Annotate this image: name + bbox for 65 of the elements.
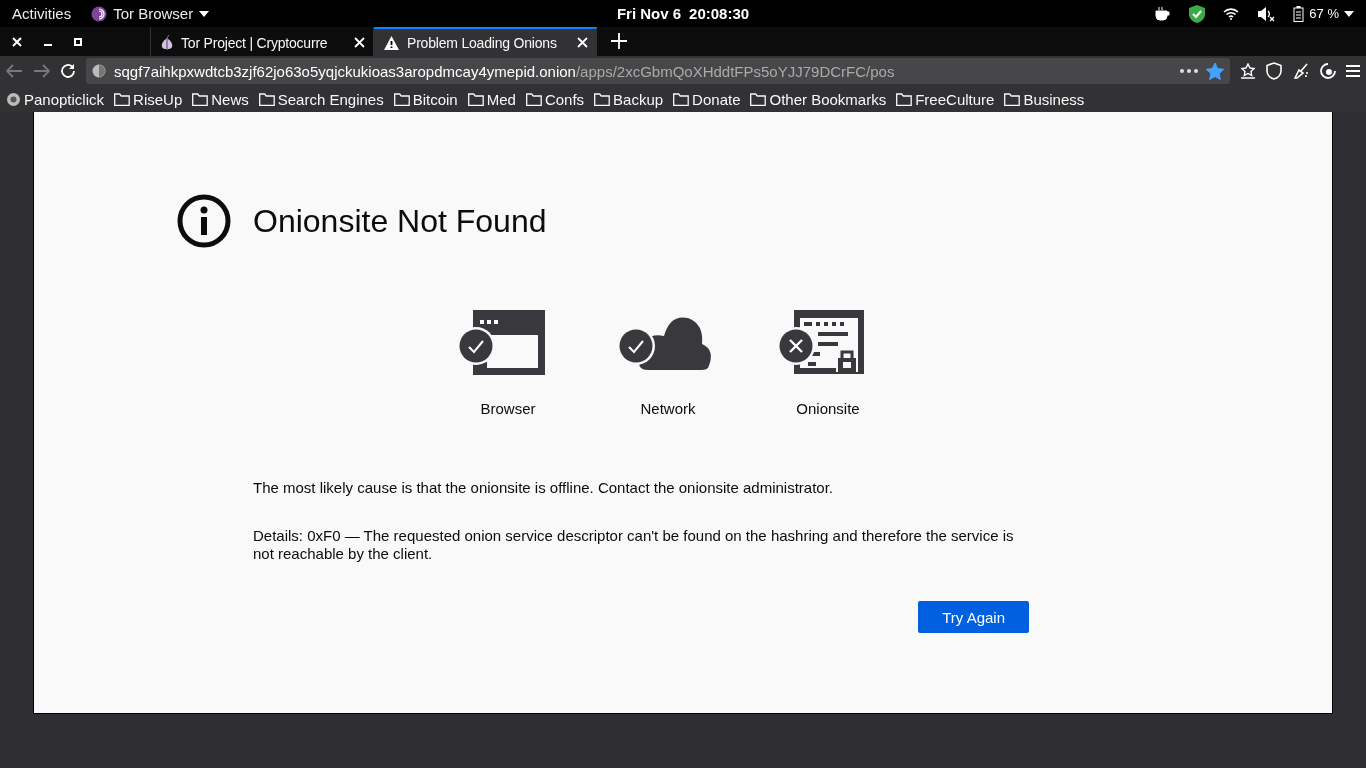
- bookmark-item[interactable]: Business: [1004, 90, 1085, 108]
- folder-icon: [393, 92, 410, 106]
- check-label: Network: [640, 400, 696, 417]
- close-icon[interactable]: [12, 36, 22, 47]
- onion-circuit-icon[interactable]: [1320, 63, 1336, 79]
- date-label: Fri Nov 6: [616, 5, 682, 22]
- folder-icon: [467, 92, 484, 106]
- check-label: Browser: [480, 400, 536, 417]
- folder-icon: [673, 92, 690, 106]
- activities-button[interactable]: Activities: [12, 5, 72, 22]
- wifi-icon[interactable]: [1223, 7, 1240, 20]
- battery-icon[interactable]: [1293, 5, 1305, 22]
- caret-icon[interactable]: [1344, 10, 1354, 17]
- bookmark-item[interactable]: Search Engines: [258, 90, 384, 108]
- star-icon[interactable]: [1206, 62, 1224, 80]
- forward-arrow-icon[interactable]: [33, 64, 50, 78]
- url-text: sqgf7aihkpxwdtcb3zjf62jo63o5yqjckukioas3aropdmcay4ymepid.onion/apps/2xcGbmQoXHddtFPs5oYJJ79DCrFC/pos: [114, 62, 896, 80]
- folder-icon: [258, 92, 275, 106]
- folder-icon: [896, 92, 913, 106]
- bookmark-item[interactable]: FreeCulture: [896, 90, 995, 108]
- bookmark-item[interactable]: Backup: [594, 90, 664, 108]
- error-title: Onionsite Not Found: [253, 202, 547, 240]
- bookmark-item[interactable]: Other Bookmarks: [750, 90, 887, 108]
- plus-icon[interactable]: [611, 33, 627, 49]
- bookmark-item[interactable]: RiseUp: [114, 90, 183, 108]
- battery-percent: 67 %: [1309, 6, 1339, 21]
- bookmark-item[interactable]: News: [192, 90, 249, 108]
- coffee-cup-icon[interactable]: [1155, 6, 1172, 21]
- close-icon[interactable]: [354, 37, 365, 48]
- broom-icon[interactable]: [1292, 63, 1310, 79]
- check-label: Onionsite: [796, 400, 860, 417]
- shield-check-icon[interactable]: [1189, 4, 1206, 23]
- close-icon[interactable]: [577, 37, 588, 48]
- maximize-icon[interactable]: [74, 37, 82, 46]
- folder-icon: [525, 92, 542, 106]
- bookmark-item[interactable]: Confs: [525, 90, 585, 108]
- bookmark-item[interactable]: Bitcoin: [393, 90, 458, 108]
- time-label: 20:08:30: [689, 5, 750, 22]
- details-message: Details: 0xF0 — The requested onion service descriptor can't be found on the hashring and therefore the service is not reachable by the client.: [253, 527, 1015, 563]
- warning-icon: [384, 35, 399, 50]
- folder-icon: [192, 92, 209, 106]
- onion-circle-icon: [92, 64, 106, 78]
- bookmark-item[interactable]: Med: [467, 90, 516, 108]
- menu-icon[interactable]: [1346, 65, 1360, 77]
- bookmark-star-tray-icon[interactable]: [1240, 63, 1256, 79]
- back-arrow-icon[interactable]: [6, 64, 23, 78]
- bookmark-item[interactable]: Donate: [673, 90, 741, 108]
- try-again-button[interactable]: Try Again: [918, 601, 1029, 633]
- folder-icon: [594, 92, 611, 106]
- folder-icon: [750, 92, 767, 106]
- browser-tab[interactable]: Problem Loading Onions: [374, 27, 597, 56]
- cause-message: The most likely cause is that the onionsite is offline. Contact the onionsite administrator.: [253, 479, 835, 497]
- reload-icon[interactable]: [60, 63, 76, 79]
- caret-icon: [199, 10, 210, 17]
- speaker-muted-icon[interactable]: [1257, 5, 1276, 22]
- more-dots-icon[interactable]: [1180, 69, 1198, 73]
- folder-icon: [114, 92, 131, 106]
- tor-logo-icon: [91, 5, 108, 22]
- folder-icon: [1004, 92, 1021, 106]
- app-menu-label[interactable]: Tor Browser: [113, 5, 194, 22]
- bookmark-item[interactable]: Panopticlick: [6, 90, 105, 108]
- onion-icon: [161, 34, 173, 51]
- info-icon: [177, 194, 231, 248]
- shield-icon[interactable]: [1266, 62, 1282, 80]
- address-bar[interactable]: sqgf7aihkpxwdtcb3zjf62jo63o5yqjckukioas3aropdmcay4ymepid.onion/apps/2xcGbmQoXHddtFPs5oYJJ79DCrFC/pos: [86, 58, 1230, 84]
